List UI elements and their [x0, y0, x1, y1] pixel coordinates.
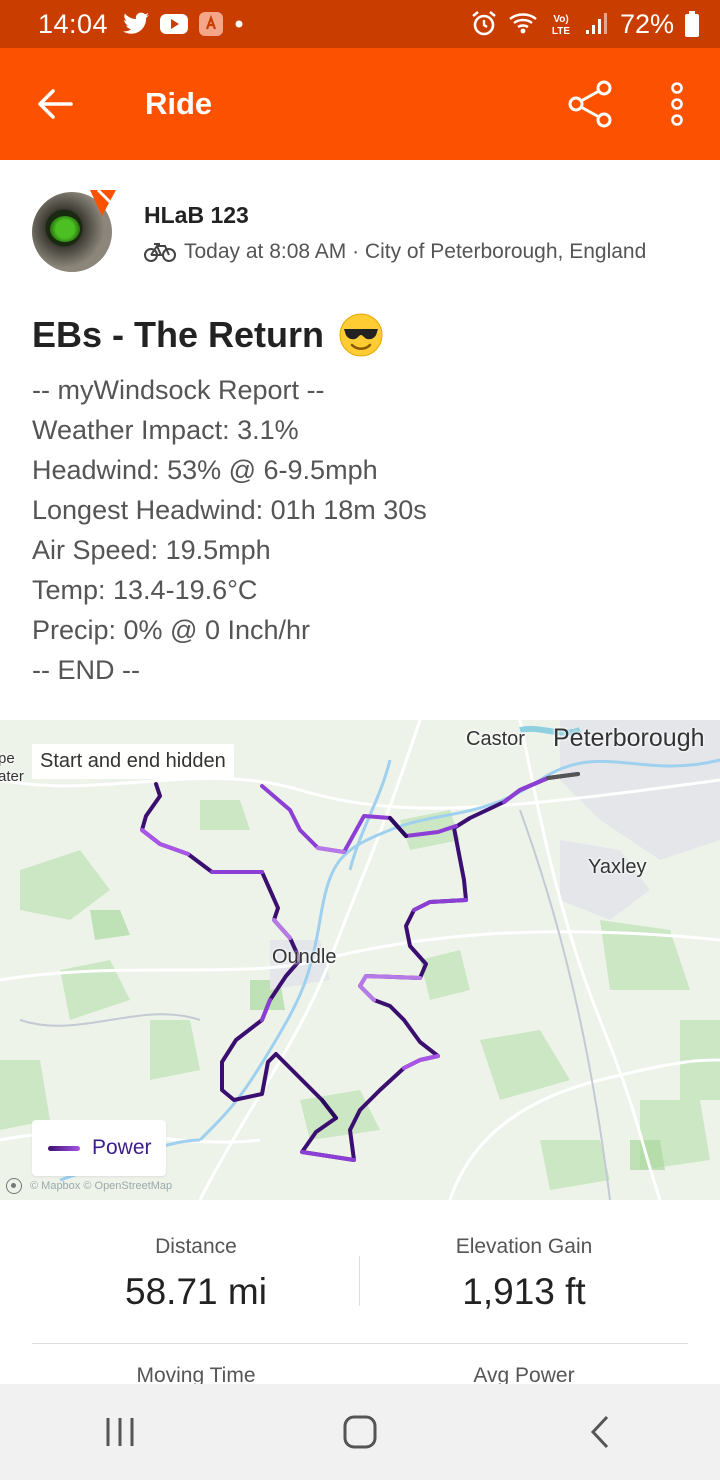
description-line: Weather Impact: 3.1%: [32, 415, 299, 445]
map-attribution[interactable]: © Mapbox © OpenStreetMap: [6, 1178, 172, 1194]
map-legend[interactable]: Power: [32, 1120, 166, 1176]
stat-distance: Distance 58.71 mi: [32, 1200, 360, 1344]
stats-row: Distance 58.71 mi Elevation Gain 1,913 f…: [32, 1200, 688, 1344]
page-title: Ride: [145, 86, 213, 121]
twitter-icon: [122, 12, 150, 36]
nav-back-button[interactable]: [555, 1392, 645, 1472]
activity-meta: Today at 8:08 AM · City of Peterborough,…: [144, 240, 646, 264]
attribution-text: © Mapbox © OpenStreetMap: [30, 1180, 173, 1192]
stat-label: Distance: [155, 1235, 237, 1258]
stat-value: 1,913 ft: [462, 1271, 586, 1312]
notification-icons: [122, 11, 244, 37]
route-map[interactable]: Start and end hidden Castor Peterborough…: [0, 720, 720, 1200]
volte-icon: Vo) LTE: [548, 11, 574, 37]
bike-icon: [144, 243, 176, 262]
more-options-button[interactable]: [650, 74, 704, 134]
power-gradient-swatch: [48, 1145, 80, 1151]
stat-divider: [359, 1256, 360, 1306]
activity-title: EBs - The Return: [32, 312, 384, 358]
signal-icon: [584, 12, 610, 36]
description-line: -- myWindsock Report --: [32, 375, 325, 405]
map-place-label: ater: [0, 768, 24, 785]
activity-title-text: EBs - The Return: [32, 314, 325, 355]
avatar-image: [50, 216, 80, 242]
recent-apps-icon: [106, 1418, 134, 1446]
mapbox-logo-icon: [6, 1178, 22, 1194]
description-line: Temp: 13.4-19.6°C: [32, 575, 258, 605]
stat-elevation-gain: Elevation Gain 1,913 ft: [360, 1200, 688, 1344]
description-line: Precip: 0% @ 0 Inch/hr: [32, 615, 311, 645]
system-nav-bar: [0, 1384, 720, 1480]
athlete-name[interactable]: HLaB 123: [144, 202, 249, 229]
map-place-label: Peterborough: [553, 724, 705, 752]
youtube-icon: [160, 13, 189, 35]
share-button[interactable]: [560, 74, 624, 134]
map-place-label: Yaxley: [588, 856, 647, 878]
athlete-header[interactable]: HLaB 123 Today at 8:08 AM · City of Pete…: [32, 188, 692, 278]
svg-text:LTE: LTE: [552, 26, 570, 37]
description-line: Headwind: 53% @ 6-9.5mph: [32, 455, 378, 485]
map-place-label: pe: [0, 750, 15, 767]
stat-label: Elevation Gain: [455, 1235, 593, 1258]
svg-text:Vo): Vo): [553, 14, 568, 25]
home-icon: [343, 1415, 377, 1449]
subscriber-badge-icon: [90, 188, 116, 216]
sunglasses-emoji-icon: [339, 313, 383, 357]
description-line: -- END --: [32, 655, 140, 685]
recent-apps-button[interactable]: [75, 1392, 165, 1472]
arrow-left-icon: [38, 89, 73, 119]
back-icon: [590, 1415, 609, 1449]
map-place-label: Castor: [466, 728, 525, 750]
wifi-icon: [508, 11, 538, 37]
activity-meta-text: Today at 8:08 AM · City of Peterborough,…: [184, 240, 647, 263]
status-bar: 14:04 Vo) LTE 72%: [0, 0, 720, 48]
app-icon: [198, 11, 224, 37]
description-line: Longest Headwind: 01h 18m 30s: [32, 495, 427, 525]
app-bar: Ride: [0, 48, 720, 160]
system-icons: Vo) LTE 72%: [470, 9, 700, 40]
map-place-label: Oundle: [272, 946, 337, 968]
description-line: Air Speed: 19.5mph: [32, 535, 271, 565]
legend-label: Power: [92, 1136, 152, 1159]
alarm-icon: [470, 10, 498, 38]
back-button[interactable]: [0, 48, 110, 160]
dot-icon: [234, 19, 244, 29]
privacy-badge: Start and end hidden: [32, 744, 234, 779]
avatar[interactable]: [32, 188, 116, 272]
home-button[interactable]: [315, 1392, 405, 1472]
share-icon: [568, 80, 612, 128]
battery-icon: [684, 10, 700, 38]
stat-value: 58.71 mi: [125, 1271, 267, 1312]
battery-percent: 72%: [619, 8, 674, 39]
status-time: 14:04: [38, 8, 109, 39]
activity-description: -- myWindsock Report -- Weather Impact: …: [32, 370, 692, 690]
more-vertical-icon: [671, 82, 683, 126]
